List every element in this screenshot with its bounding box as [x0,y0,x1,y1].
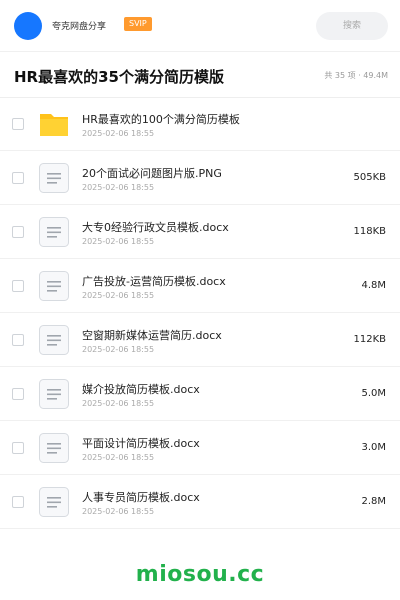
app-name: 夸克网盘分享 [52,22,107,32]
file-row[interactable]: 平面设计简历模板.docx 2025-02-06 18:55 3.0M [0,421,400,475]
file-size: 3.0M [361,442,386,453]
document-icon [38,216,70,248]
file-size: 118KB [353,226,386,237]
file-row[interactable]: HR最喜欢的100个满分简历模板 2025-02-06 18:55 [0,97,400,151]
file-date: 2025-02-06 18:55 [82,399,155,408]
file-name[interactable]: HR最喜欢的100个满分简历模板 [82,111,240,127]
row-checkbox[interactable] [12,172,24,184]
file-name[interactable]: 20个面试必问题图片版.PNG [82,165,222,181]
row-checkbox[interactable] [12,280,24,292]
file-date: 2025-02-06 18:55 [82,507,155,516]
row-checkbox[interactable] [12,442,24,454]
document-icon [38,486,70,518]
row-checkbox[interactable] [12,496,24,508]
page-title: HR最喜欢的35个满分简历模版 [14,68,224,86]
document-icon [38,378,70,410]
file-date: 2025-02-06 18:55 [82,291,155,300]
file-row[interactable]: 空窗期新媒体运营简历.docx 2025-02-06 18:55 112KB [0,313,400,367]
share-meta: 共 35 项 · 49.4M [324,71,388,80]
file-date: 2025-02-06 18:55 [82,237,155,246]
avatar[interactable] [14,12,42,40]
file-name[interactable]: 空窗期新媒体运营简历.docx [82,327,222,343]
top-bar: 夸克网盘分享 SVIP 搜索 [0,0,400,52]
file-date: 2025-02-06 18:55 [82,453,155,462]
file-size: 505KB [353,172,386,183]
row-checkbox[interactable] [12,118,24,130]
file-name[interactable]: 大专0经验行政文员模板.docx [82,219,229,235]
search-input[interactable]: 搜索 [316,12,388,40]
document-icon [38,432,70,464]
file-date: 2025-02-06 18:55 [82,345,155,354]
file-size: 2.8M [361,496,386,507]
file-row[interactable]: 媒介投放简历模板.docx 2025-02-06 18:55 5.0M [0,367,400,421]
file-size: 4.8M [361,280,386,291]
row-checkbox[interactable] [12,226,24,238]
file-size: 112KB [353,334,386,345]
share-header: HR最喜欢的35个满分简历模版 共 35 项 · 49.4M [0,52,400,98]
document-icon [38,162,70,194]
document-icon [38,324,70,356]
folder-icon [38,108,70,140]
svip-badge[interactable]: SVIP [124,17,152,31]
document-icon [38,270,70,302]
file-row[interactable]: 20个面试必问题图片版.PNG 2025-02-06 18:55 505KB [0,151,400,205]
file-size: 5.0M [361,388,386,399]
watermark: miosou.cc [135,562,265,587]
file-name[interactable]: 人事专员简历模板.docx [82,489,200,505]
file-name[interactable]: 广告投放-运营简历模板.docx [82,273,226,289]
row-checkbox[interactable] [12,388,24,400]
row-checkbox[interactable] [12,334,24,346]
file-date: 2025-02-06 18:55 [82,183,155,192]
file-row[interactable]: 人事专员简历模板.docx 2025-02-06 18:55 2.8M [0,475,400,529]
file-name[interactable]: 平面设计简历模板.docx [82,435,200,451]
file-row[interactable]: 大专0经验行政文员模板.docx 2025-02-06 18:55 118KB [0,205,400,259]
file-row[interactable]: 广告投放-运营简历模板.docx 2025-02-06 18:55 4.8M [0,259,400,313]
file-date: 2025-02-06 18:55 [82,129,155,138]
file-name[interactable]: 媒介投放简历模板.docx [82,381,200,397]
